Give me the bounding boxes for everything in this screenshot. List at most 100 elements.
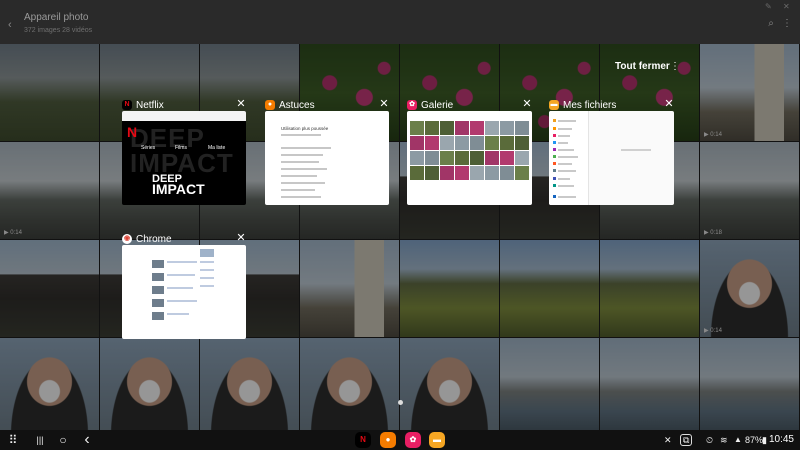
gallery-thumb	[470, 121, 484, 135]
recents-more-icon[interactable]: ⋮	[670, 61, 680, 73]
card-header: N Netflix	[122, 98, 164, 112]
screenshot-icon[interactable]: ⧉	[680, 434, 693, 446]
photo-thumbnail[interactable]	[100, 338, 199, 435]
gallery-thumb	[455, 136, 469, 150]
gallery-thumb	[440, 151, 454, 165]
recent-card-netflix[interactable]: N Netflix ✕ DEEP IMPACT N Séries Films M…	[122, 98, 246, 208]
photo-thumbnail[interactable]	[400, 240, 499, 337]
photo-thumbnail[interactable]	[500, 338, 599, 435]
card-header: ◉ Chrome	[122, 232, 172, 246]
dock-mes-fichiers-icon[interactable]: ▬	[429, 432, 445, 448]
netflix-logo: N	[127, 124, 138, 140]
card-title-mes-fichiers: Mes fichiers	[563, 99, 617, 111]
galerie-preview[interactable]	[407, 111, 532, 205]
gallery-app-header: ✎ ✕ ‹ Appareil photo 372 images 28 vidéo…	[0, 0, 800, 44]
photo-grid: ▶ 0:14 ▶ 0:14 ▶ 0:18 ▶ 0:14	[0, 44, 800, 435]
close-card-mes-fichiers-icon[interactable]: ✕	[664, 98, 674, 112]
gallery-thumb	[455, 151, 469, 165]
recents-button[interactable]: |||	[33, 430, 47, 450]
album-title: Appareil photo	[24, 12, 89, 23]
close-card-chrome-icon[interactable]: ✕	[236, 232, 246, 246]
gallery-thumb	[410, 166, 424, 180]
photo-thumbnail[interactable]	[0, 338, 99, 435]
close-all-button[interactable]: Tout fermer	[615, 61, 670, 72]
netflix-icon: N	[122, 100, 132, 110]
tips-heading: Utilisation plus poussée	[281, 126, 329, 131]
menu-films: Films	[175, 145, 187, 151]
back-button[interactable]: ‹	[80, 430, 94, 450]
dock-galerie-icon[interactable]: ✿	[405, 432, 421, 448]
close-card-netflix-icon[interactable]: ✕	[236, 98, 246, 112]
mes-fichiers-preview[interactable]	[549, 111, 674, 205]
photo-thumbnail[interactable]: ▶ 0:18	[700, 142, 799, 239]
menu-ma-liste: Ma liste	[208, 145, 226, 151]
gallery-thumb	[410, 151, 424, 165]
album-subtitle: 372 images 28 vidéos	[24, 27, 93, 34]
photo-thumbnail[interactable]	[500, 240, 599, 337]
chrome-preview[interactable]	[122, 245, 246, 339]
gallery-thumb	[470, 166, 484, 180]
photo-thumbnail[interactable]	[300, 338, 399, 435]
close-card-galerie-icon[interactable]: ✕	[522, 98, 532, 112]
photo-thumbnail[interactable]	[200, 338, 299, 435]
gallery-thumb	[500, 151, 514, 165]
card-title-galerie: Galerie	[421, 99, 454, 111]
close-icon: ✕	[783, 2, 790, 11]
gallery-thumb	[440, 166, 454, 180]
photo-thumbnail[interactable]	[600, 240, 699, 337]
recent-card-mes-fichiers[interactable]: ▬ Mes fichiers ✕	[549, 98, 674, 208]
dock-netflix-icon[interactable]: N	[355, 432, 371, 448]
alarm-icon: ⏲	[706, 435, 714, 445]
astuces-preview[interactable]: Utilisation plus poussée	[265, 111, 389, 205]
gallery-thumb	[425, 166, 439, 180]
photo-thumbnail[interactable]	[600, 338, 699, 435]
gallery-thumb	[455, 121, 469, 135]
card-header: ▬ Mes fichiers	[549, 98, 616, 112]
close-card-astuces-icon[interactable]: ✕	[379, 98, 389, 112]
photo-thumbnail[interactable]	[300, 240, 399, 337]
battery-icon: ▮	[762, 435, 767, 445]
photo-thumbnail[interactable]	[400, 338, 499, 435]
gallery-thumb	[410, 121, 424, 135]
gallery-thumb	[470, 136, 484, 150]
gallery-thumb	[515, 121, 529, 135]
window-titlebar	[122, 111, 246, 121]
gallery-thumb	[470, 151, 484, 165]
photo-thumbnail[interactable]	[0, 240, 99, 337]
recent-card-galerie[interactable]: ✿ Galerie ✕	[407, 98, 532, 208]
card-title-chrome: Chrome	[136, 233, 172, 245]
photo-thumbnail[interactable]	[700, 338, 799, 435]
dock-astuces-icon[interactable]: ●	[380, 432, 396, 448]
photo-thumbnail[interactable]	[0, 44, 99, 141]
astuces-icon: ●	[265, 100, 275, 110]
video-duration-badge: ▶ 0:14	[704, 328, 722, 334]
home-button[interactable]: ○	[56, 430, 70, 450]
netflix-preview[interactable]: DEEP IMPACT N Séries Films Ma liste DEEP…	[122, 111, 246, 205]
card-title-astuces: Astuces	[279, 99, 315, 111]
gallery-thumb	[500, 136, 514, 150]
back-icon[interactable]: ‹	[8, 20, 18, 31]
card-header: ✿ Galerie	[407, 98, 453, 112]
gallery-thumb	[410, 136, 424, 150]
card-title-netflix: Netflix	[136, 99, 164, 111]
gallery-thumb	[455, 166, 469, 180]
gallery-thumb	[485, 151, 499, 165]
recent-card-astuces[interactable]: ● Astuces ✕ Utilisation plus poussée	[265, 98, 389, 208]
clock: 10:45	[768, 434, 794, 445]
search-icon[interactable]: ⌕	[765, 18, 777, 30]
photo-thumbnail[interactable]: ▶ 0:14	[0, 142, 99, 239]
gallery-thumb	[425, 151, 439, 165]
gallery-thumb	[515, 151, 529, 165]
recent-card-chrome[interactable]: ◉ Chrome ✕	[122, 232, 246, 340]
signal-icon: ▲	[734, 435, 742, 444]
more-options-icon[interactable]: ⋮	[781, 18, 793, 30]
gallery-thumbnails	[410, 121, 531, 180]
gallery-thumb	[485, 136, 499, 150]
photo-thumbnail[interactable]: ▶ 0:14	[700, 240, 799, 337]
gallery-thumb	[485, 166, 499, 180]
photo-thumbnail[interactable]: ▶ 0:14	[700, 44, 799, 141]
menu-series: Séries	[141, 145, 156, 151]
video-duration-badge: ▶ 0:14	[704, 132, 722, 138]
apps-grid-icon[interactable]: ⠿	[6, 430, 20, 450]
pen-icon: ✎	[765, 2, 772, 11]
